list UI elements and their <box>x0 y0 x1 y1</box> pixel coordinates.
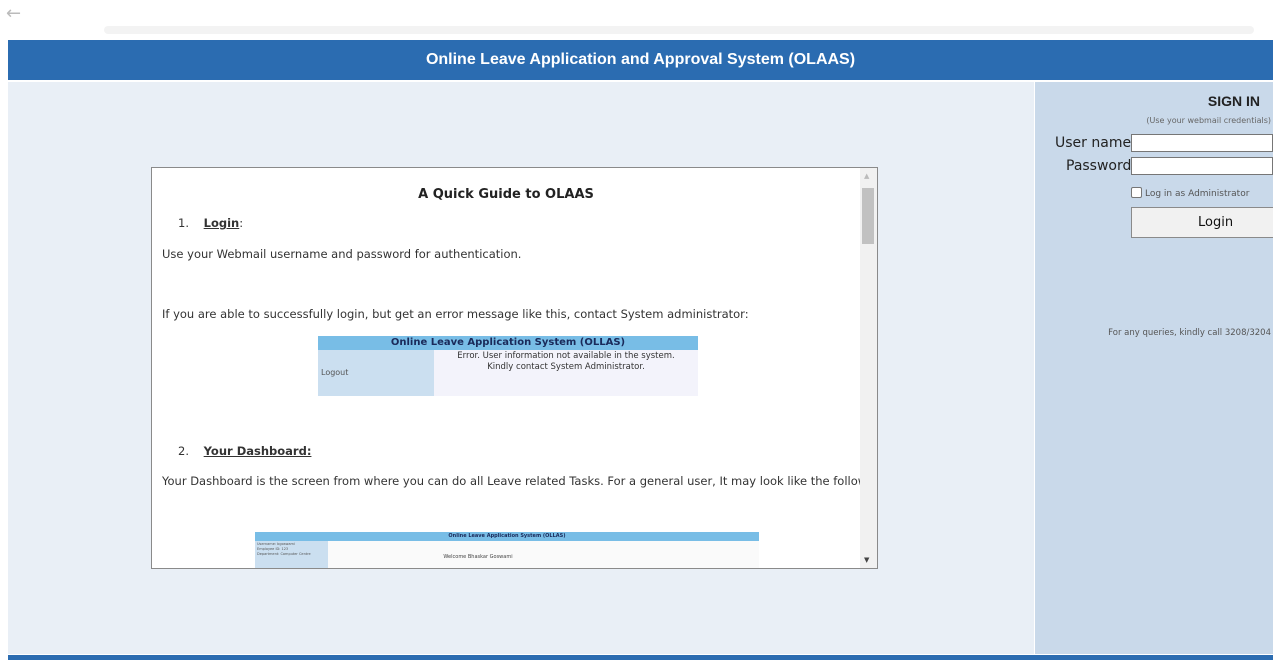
arrow-left-icon[interactable]: ← <box>6 4 21 24</box>
password-input[interactable] <box>1131 157 1273 175</box>
page-header: Online Leave Application and Approval Sy… <box>8 40 1273 80</box>
dashboard-sample-info: Username: bgoswami <box>257 542 295 546</box>
guide-scrollbar[interactable]: ▲ ▼ <box>860 168 877 568</box>
footer-bar <box>8 655 1273 660</box>
guide-paragraph: If you are able to successfully login, b… <box>162 307 749 321</box>
step-label: Your Dashboard: <box>203 444 312 458</box>
queries-text: For any queries, kindly call 3208/3204 <box>1108 328 1271 338</box>
page-title: Online Leave Application and Approval Sy… <box>425 51 856 68</box>
username-input[interactable] <box>1131 134 1273 152</box>
error-message-line: Kindly contact System Administrator. <box>487 362 645 372</box>
scroll-up-arrow-icon[interactable]: ▲ <box>864 172 869 180</box>
password-label: Password: <box>1066 158 1137 174</box>
admin-checkbox-label[interactable]: Log in as Administrator <box>1145 189 1249 199</box>
signin-title: SIGN IN <box>1207 93 1260 109</box>
step-login: 1. Login: <box>178 216 243 230</box>
error-sample-image: Online Leave Application System (OLLAS) … <box>318 336 698 396</box>
step-dashboard: 2. Your Dashboard: <box>178 444 311 458</box>
guide-paragraph: Your Dashboard is the screen from where … <box>162 474 878 488</box>
browser-toolbar: ← <box>0 0 1273 36</box>
dashboard-sample-info: Department: Computer Centre <box>257 552 311 556</box>
step-suffix: : <box>239 216 244 230</box>
dashboard-sample-sidebar: Username: bgoswami Employee ID: 123 Depa… <box>255 541 328 568</box>
error-sample-message: Error. User information not available in… <box>434 351 698 373</box>
dashboard-sample-welcome: Welcome Bhaskar Goswami <box>443 554 513 560</box>
dashboard-sample-image: Online Leave Application System (OLLAS) … <box>255 532 759 568</box>
error-sample-title: Online Leave Application System (OLLAS) <box>318 336 698 350</box>
guide-title: A Quick Guide to OLAAS <box>418 187 594 202</box>
username-label: User name: <box>1055 135 1136 151</box>
scroll-down-arrow-icon[interactable]: ▼ <box>864 556 869 564</box>
address-bar[interactable] <box>104 26 1254 34</box>
dashboard-sample-title: Online Leave Application System (OLLAS) <box>255 532 759 541</box>
error-sample-sidebar: Logout <box>318 350 434 396</box>
guide-paragraph: Use your Webmail username and password f… <box>162 247 522 261</box>
step-label: Login <box>203 216 240 230</box>
dashboard-sample-info: Employee ID: 123 <box>257 547 289 551</box>
quick-guide-frame[interactable]: A Quick Guide to OLAAS 1. Login: Use you… <box>151 167 878 569</box>
signin-subtitle: (Use your webmail credentials) <box>1146 116 1271 125</box>
error-message-line: Error. User information not available in… <box>457 351 675 361</box>
step-number: 1. <box>178 216 189 230</box>
error-sample-logout: Logout <box>321 368 349 377</box>
scroll-thumb[interactable] <box>862 188 874 244</box>
step-number: 2. <box>178 444 189 458</box>
quick-guide-content: A Quick Guide to OLAAS 1. Login: Use you… <box>152 168 877 568</box>
login-button[interactable]: Login <box>1131 207 1273 238</box>
admin-checkbox[interactable] <box>1131 187 1142 198</box>
